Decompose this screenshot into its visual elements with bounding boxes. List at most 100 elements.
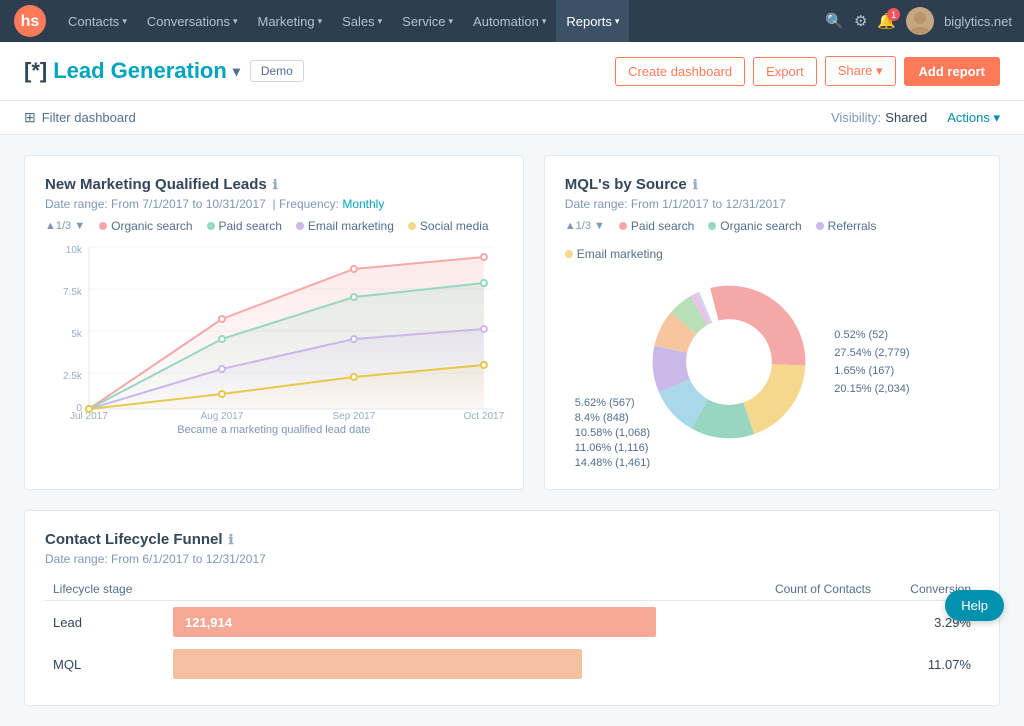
title-text: Lead Generation: [53, 58, 227, 84]
col-count-header: Count of Contacts: [749, 578, 879, 601]
line-chart: 10k 7.5k 5k 2.5k 0 Jul 2017 Aug 2017: [45, 239, 503, 436]
user-avatar[interactable]: [906, 7, 934, 35]
chart1-title: New Marketing Qualified Leads ℹ: [45, 176, 503, 193]
table-row: Lead 121,914 3.29%: [45, 601, 979, 644]
chart1-date-range: Date range: From 7/1/2017 to 10/31/2017 …: [45, 197, 503, 211]
sort-label2[interactable]: ▲1/3 ▼: [565, 220, 605, 232]
filter-dashboard-button[interactable]: ⊞ Filter dashboard: [24, 109, 136, 126]
donut-label-7: 11.06% (1,116): [575, 442, 979, 454]
header-left: [*] Lead Generation ▾ Demo: [24, 58, 304, 84]
title-bracket: [*]: [24, 58, 47, 84]
count-cell-lead: [749, 601, 879, 644]
x-axis-label: Became a marketing qualified lead date: [45, 424, 503, 436]
donut-label-8: 14.48% (1,461): [575, 457, 979, 469]
share-button[interactable]: Share ▾: [825, 56, 896, 86]
user-name[interactable]: biglytics.net: [944, 14, 1012, 29]
svg-text:5k: 5k: [71, 329, 83, 340]
bar-mql: [173, 649, 582, 679]
conv-cell-mql: 11.07%: [879, 643, 979, 685]
charts-row: New Marketing Qualified Leads ℹ Date ran…: [24, 155, 1000, 490]
donut-labels-left: 5.62% (567) 8.4% (848) 10.58% (1,068) 11…: [575, 397, 979, 469]
chart2-title: MQL's by Source ℹ: [565, 176, 979, 193]
add-report-button[interactable]: Add report: [904, 57, 1000, 86]
funnel-table: Lifecycle stage Count of Contacts Conver…: [45, 578, 979, 685]
svg-text:Aug 2017: Aug 2017: [200, 411, 243, 422]
chart1-info-icon[interactable]: ℹ: [273, 177, 278, 193]
nav-item-reports[interactable]: Reports ▾: [556, 0, 629, 42]
svg-text:10k: 10k: [66, 245, 83, 256]
nav-item-conversations[interactable]: Conversations ▾: [137, 0, 248, 42]
donut-label-1: 27.54% (2,779): [834, 347, 909, 359]
settings-icon[interactable]: ⚙: [854, 12, 867, 30]
legend2-paid: Paid search: [619, 219, 694, 233]
navbar: hs Contacts ▾ Conversations ▾ Marketing …: [0, 0, 1024, 42]
nav-items: Contacts ▾ Conversations ▾ Marketing ▾ S…: [58, 0, 825, 42]
stage-name-mql: MQL: [45, 643, 165, 685]
legend2-organic: Organic search: [708, 219, 801, 233]
svg-text:hs: hs: [21, 13, 40, 30]
create-dashboard-button[interactable]: Create dashboard: [615, 57, 745, 86]
legend2-email: Email marketing: [565, 247, 663, 261]
visibility-section: Visibility: Shared Actions ▾: [831, 110, 1000, 126]
chart2-info-icon[interactable]: ℹ: [693, 177, 698, 193]
bar-cell-lead: 121,914: [165, 601, 749, 644]
legend-item-paid: Paid search: [207, 219, 282, 233]
dashboard-title: [*] Lead Generation ▾: [24, 58, 240, 84]
stage-name-lead: Lead: [45, 601, 165, 644]
nav-item-sales[interactable]: Sales ▾: [332, 0, 392, 42]
filter-label: Filter dashboard: [42, 110, 136, 125]
legend-item-email: Email marketing: [296, 219, 394, 233]
chart2-legend: ▲1/3 ▼ Paid search Organic search Referr…: [565, 219, 979, 261]
legend-item-social: Social media: [408, 219, 489, 233]
svg-text:2.5k: 2.5k: [63, 371, 83, 382]
legend-item-organic: Organic search: [99, 219, 192, 233]
chart-card-mql-source: MQL's by Source ℹ Date range: From 1/1/2…: [544, 155, 1000, 490]
demo-badge: Demo: [250, 60, 304, 82]
bar-lead: 121,914: [173, 607, 656, 637]
actions-button[interactable]: Actions ▾: [947, 110, 1000, 126]
donut-label-0: 0.52% (52): [834, 329, 909, 341]
donut-label-3: 20.15% (2,034): [834, 383, 909, 395]
table-row: MQL 11.07%: [45, 643, 979, 685]
nav-item-service[interactable]: Service ▾: [392, 0, 463, 42]
col-stage-header: Lifecycle stage: [45, 578, 165, 601]
notifications-icon[interactable]: 🔔 1: [877, 12, 896, 30]
main-content: New Marketing Qualified Leads ℹ Date ran…: [0, 135, 1024, 726]
title-dropdown-icon[interactable]: ▾: [233, 63, 240, 80]
visibility-label: Visibility:: [831, 110, 881, 125]
chart1-legend: ▲1/3 ▼ Organic search Paid search Email …: [45, 219, 503, 233]
funnel-card: Contact Lifecycle Funnel ℹ Date range: F…: [24, 510, 1000, 706]
sort-label[interactable]: ▲1/3 ▼: [45, 220, 85, 232]
export-button[interactable]: Export: [753, 57, 817, 86]
donut-labels-right: 0.52% (52) 27.54% (2,779) 1.65% (167) 20…: [834, 329, 909, 395]
funnel-title: Contact Lifecycle Funnel ℹ: [45, 531, 979, 548]
donut-label-2: 1.65% (167): [834, 365, 909, 377]
filter-icon: ⊞: [24, 109, 36, 126]
legend2-referrals: Referrals: [816, 219, 877, 233]
nav-right: 🔍 ⚙ 🔔 1 biglytics.net: [825, 7, 1012, 35]
donut-label-5: 8.4% (848): [575, 412, 979, 424]
chart2-date-range: Date range: From 1/1/2017 to 12/31/2017: [565, 197, 979, 211]
page-header: [*] Lead Generation ▾ Demo Create dashbo…: [0, 42, 1024, 101]
nav-logo: hs: [12, 3, 48, 39]
bar-cell-mql: [165, 643, 749, 685]
svg-text:Sep 2017: Sep 2017: [332, 411, 375, 422]
filter-bar: ⊞ Filter dashboard Visibility: Shared Ac…: [0, 101, 1024, 135]
donut-label-4: 5.62% (567): [575, 397, 979, 409]
col-bar-header: [165, 578, 749, 601]
svg-text:Oct 2017: Oct 2017: [464, 411, 505, 422]
nav-item-contacts[interactable]: Contacts ▾: [58, 0, 137, 42]
header-right: Create dashboard Export Share ▾ Add repo…: [615, 56, 1000, 86]
funnel-date-range: Date range: From 6/1/2017 to 12/31/2017: [45, 552, 979, 566]
donut-label-6: 10.58% (1,068): [575, 427, 979, 439]
chart-card-mql: New Marketing Qualified Leads ℹ Date ran…: [24, 155, 524, 490]
notification-badge: 1: [887, 8, 900, 21]
visibility-value: Shared: [885, 110, 927, 125]
help-button[interactable]: Help: [945, 590, 1004, 621]
svg-text:7.5k: 7.5k: [63, 287, 83, 298]
nav-item-automation[interactable]: Automation ▾: [463, 0, 556, 42]
funnel-info-icon[interactable]: ℹ: [229, 532, 234, 548]
count-cell-mql: [749, 643, 879, 685]
nav-item-marketing[interactable]: Marketing ▾: [247, 0, 332, 42]
search-icon[interactable]: 🔍: [825, 12, 844, 30]
